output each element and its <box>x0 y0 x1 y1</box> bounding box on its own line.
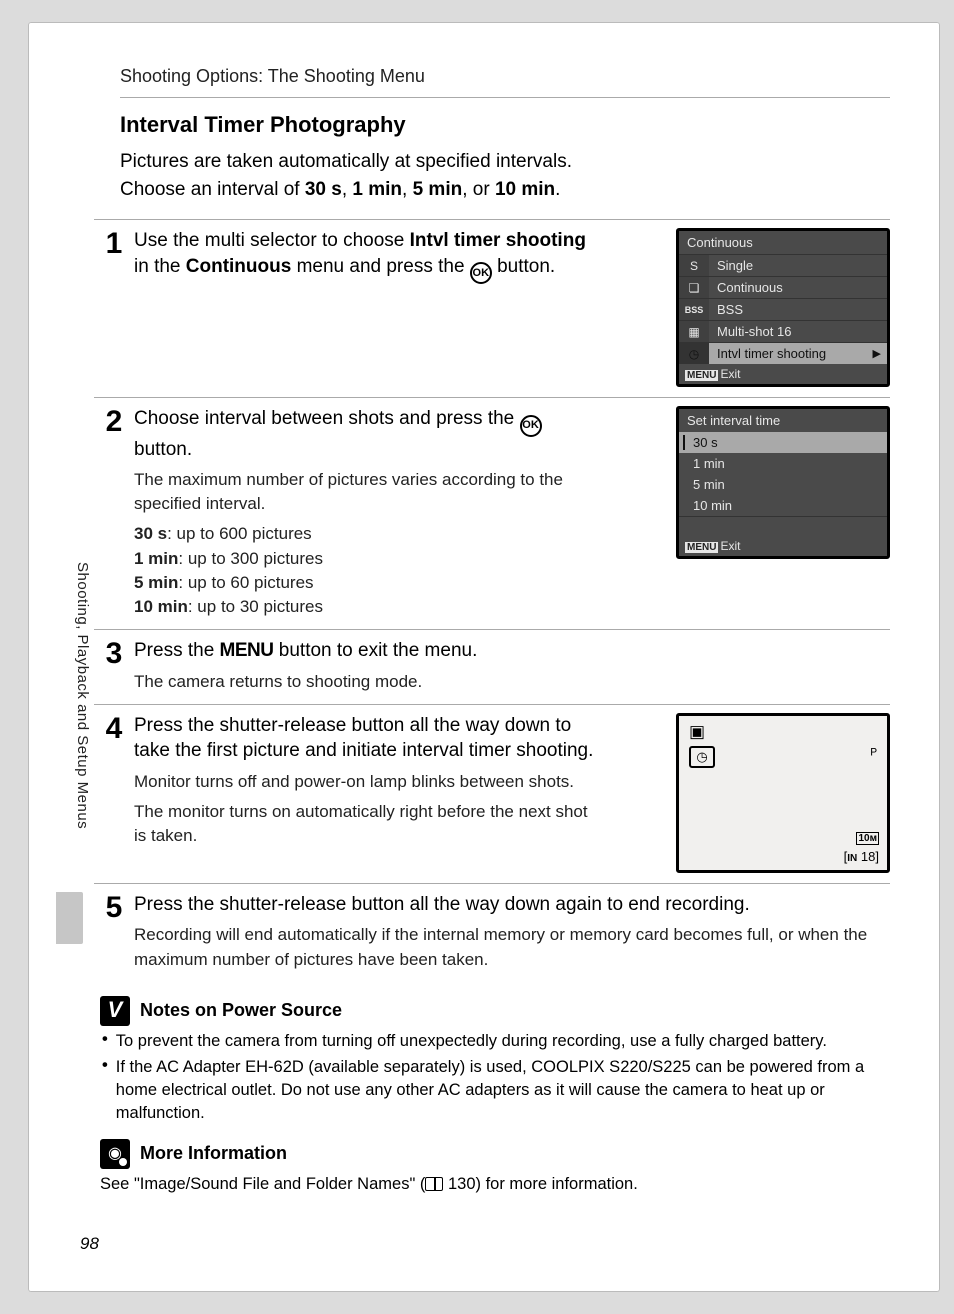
note-bullet: •To prevent the camera from turning off … <box>102 1030 885 1053</box>
sidebar-section-label: Shooting, Playback and Setup Menus <box>74 562 91 829</box>
manual-page: Shooting, Playback and Setup Menus Shoot… <box>28 22 940 1292</box>
intro-interval-2: 1 min <box>352 179 402 200</box>
screen1-footer: MENUExit <box>679 364 887 384</box>
section-intro: Pictures are taken automatically at spec… <box>120 148 860 203</box>
step-body: Press the shutter-release button all the… <box>134 892 890 972</box>
menu-item-bss: BSSBSS <box>679 298 887 320</box>
camera-screen-shooting: ▣ ◷ ᴾ 10ᴍ [IN 18] <box>676 713 890 873</box>
screen2-footer: MENUExit <box>679 536 887 556</box>
note-title: Notes on Power Source <box>140 998 342 1023</box>
camera-info-icon: ◉ <box>100 1139 130 1169</box>
ok-icon: OK <box>520 415 542 437</box>
page-ref-icon <box>425 1177 443 1191</box>
step-title: Press the MENU button to exit the menu. <box>134 638 874 664</box>
step-5: 5 Press the shutter-release button all t… <box>94 883 890 982</box>
step-title: Choose interval between shots and press … <box>134 406 604 462</box>
interval-10min: 10 min <box>679 495 887 516</box>
menu-badge: MENU <box>685 370 718 381</box>
step-title: Use the multi selector to choose Intvl t… <box>134 228 604 284</box>
camera-screen-interval: Set interval time 30 s 1 min 5 min 10 mi… <box>676 406 890 619</box>
page-number: 98 <box>80 1234 99 1254</box>
section-title: Interval Timer Photography <box>120 112 890 138</box>
step-number: 5 <box>94 892 134 972</box>
interval-timer-icon: ◷ <box>689 746 715 768</box>
step-body: Press the MENU button to exit the menu. … <box>134 638 890 694</box>
page-header: Shooting Options: The Shooting Menu <box>120 66 890 98</box>
step-subtext: Recording will end automatically if the … <box>134 923 874 971</box>
step-body: Choose interval between shots and press … <box>134 406 676 619</box>
image-size-indicator: 10ᴍ <box>856 829 879 844</box>
note-text: See "Image/Sound File and Folder Names" … <box>100 1173 885 1196</box>
ok-icon: OK <box>470 262 492 284</box>
interval-icon: ◷ <box>679 343 709 364</box>
warning-icon: V <box>100 996 130 1026</box>
shots-remaining: [IN 18] <box>844 849 879 864</box>
intro-line1: Pictures are taken automatically at spec… <box>120 151 572 172</box>
step-number: 1 <box>94 228 134 387</box>
step-number: 3 <box>94 638 134 694</box>
note-bullet: •If the AC Adapter EH-62D (available sep… <box>102 1056 885 1125</box>
note-power-source: V Notes on Power Source •To prevent the … <box>100 996 885 1125</box>
step-body: Press the shutter-release button all the… <box>134 713 676 873</box>
continuous-icon: ❏ <box>679 277 709 298</box>
multishot-icon: ▦ <box>679 321 709 342</box>
step-4: 4 Press the shutter-release button all t… <box>94 704 890 883</box>
menu-item-multishot: ▦Multi-shot 16 <box>679 320 887 342</box>
steps-list: 1 Use the multi selector to choose Intvl… <box>94 219 890 982</box>
note-more-info: ◉ More Information See "Image/Sound File… <box>100 1139 885 1196</box>
interval-5min: 5 min <box>679 474 887 495</box>
camera-mode-icon: ▣ <box>689 722 705 742</box>
menu-badge: MENU <box>685 542 718 553</box>
camera-screen-continuous: Continuous SSingle ❏Continuous BSSBSS ▦M… <box>676 228 890 387</box>
intro-interval-1: 30 s <box>305 179 342 200</box>
screen1-title: Continuous <box>679 231 887 254</box>
step-3: 3 Press the MENU button to exit the menu… <box>94 629 890 704</box>
step-title: Press the shutter-release button all the… <box>134 713 604 764</box>
step-title: Press the shutter-release button all the… <box>134 892 874 918</box>
step-1: 1 Use the multi selector to choose Intvl… <box>94 219 890 397</box>
screen2-blank <box>679 516 887 536</box>
intro-prefix: Choose an interval of <box>120 179 305 200</box>
chevron-right-icon: ▶ <box>873 347 887 360</box>
step-subtext: The camera returns to shooting mode. <box>134 670 874 694</box>
step-number: 4 <box>94 713 134 873</box>
screen2-title: Set interval time <box>679 409 887 432</box>
interval-limits: 30 s: up to 600 pictures 1 min: up to 30… <box>134 522 604 619</box>
step-subtext: Monitor turns off and power-on lamp blin… <box>134 770 604 794</box>
menu-item-continuous: ❏Continuous <box>679 276 887 298</box>
note-title: More Information <box>140 1141 287 1166</box>
step-body: Use the multi selector to choose Intvl t… <box>134 228 676 387</box>
interval-30s: 30 s <box>679 432 887 453</box>
menu-item-single: SSingle <box>679 254 887 276</box>
single-icon: S <box>679 255 709 276</box>
step-subtext: The maximum number of pictures varies ac… <box>134 468 604 516</box>
header-text: Shooting Options: The Shooting Menu <box>120 66 425 86</box>
menu-item-interval-timer: ◷Intvl timer shooting▶ <box>679 342 887 364</box>
step-2: 2 Choose interval between shots and pres… <box>94 397 890 629</box>
step-number: 2 <box>94 406 134 619</box>
sidebar-tab <box>56 892 83 944</box>
interval-1min: 1 min <box>679 453 887 474</box>
header-rule <box>120 97 890 98</box>
shooting-indicator-icon: ᴾ <box>871 746 877 763</box>
intro-interval-4: 10 min <box>495 179 555 200</box>
menu-text-icon: MENU <box>220 640 274 661</box>
step-subtext: The monitor turns on automatically right… <box>134 800 604 848</box>
bss-icon: BSS <box>679 299 709 320</box>
intro-interval-3: 5 min <box>413 179 463 200</box>
